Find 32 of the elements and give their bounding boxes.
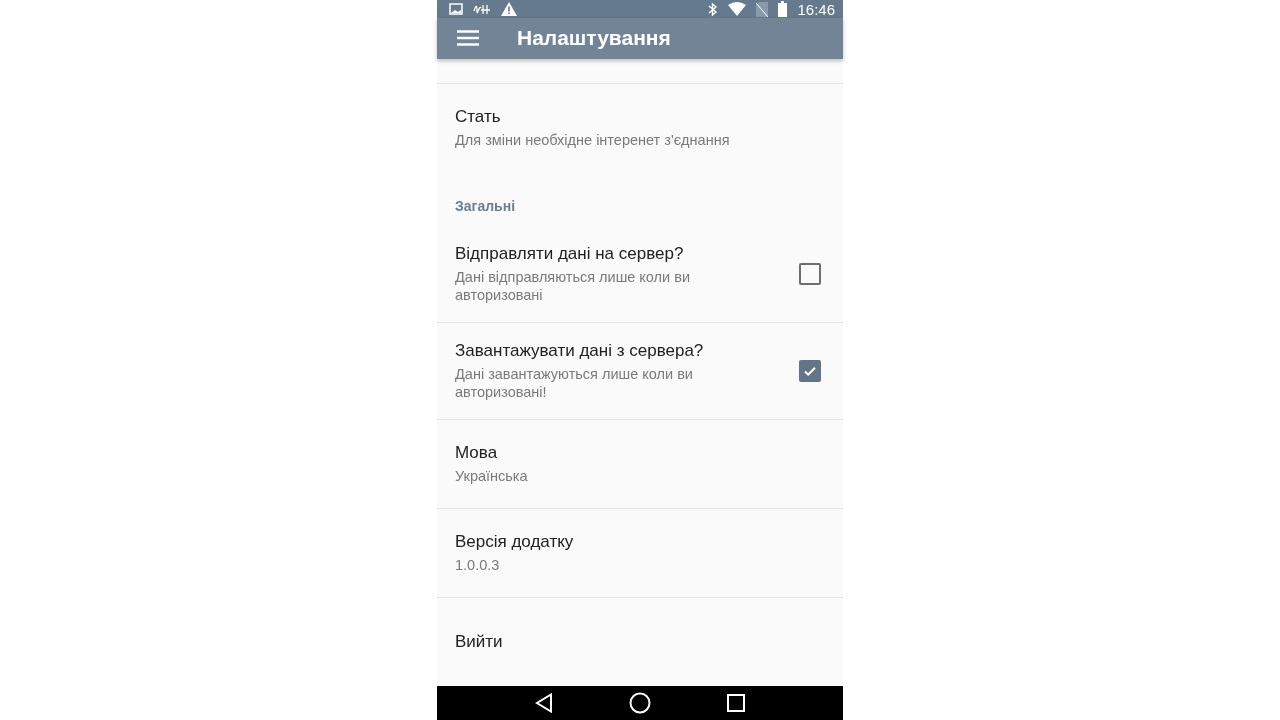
setting-title: Завантажувати дані з сервера? (455, 340, 705, 361)
back-icon[interactable] (535, 692, 553, 713)
setting-title: Версія додатку (455, 531, 575, 552)
section-header: Загальні (454, 196, 517, 216)
image-icon (449, 3, 463, 16)
settings-item[interactable]: Відправляти дані на сервер? Дані відправляються лише коли ви авторизовані (437, 225, 843, 322)
settings-item[interactable]: Мова Українська (437, 418, 843, 508)
setting-title: Вийти (455, 631, 504, 652)
setting-title: Мова (455, 442, 499, 463)
wifi-icon (728, 2, 747, 17)
menu-icon[interactable] (457, 30, 479, 47)
signature-icon (473, 3, 491, 16)
battery-icon (778, 1, 788, 18)
settings-item[interactable]: Вийти (437, 596, 843, 686)
settings-item[interactable]: Версія додатку 1.0.0.3 (437, 507, 843, 597)
screen-title: Налаштування (517, 26, 671, 51)
setting-summary: Українська (455, 466, 529, 485)
recents-icon[interactable] (727, 693, 745, 712)
no-sim-icon (756, 1, 769, 17)
checkbox[interactable] (799, 359, 821, 382)
bluetooth-icon (708, 1, 719, 17)
setting-title: Відправляти дані на сервер? (455, 243, 685, 264)
settings-item[interactable]: Стать Для зміни необхідне інтеренет з'єднання (437, 82, 843, 172)
checkbox[interactable] (799, 262, 821, 285)
setting-title: Стать (455, 106, 502, 127)
status-time: 16:46 (797, 0, 835, 18)
setting-summary: Дані завантажуються лише коли ви авторизовані! (455, 364, 694, 401)
setting-summary: 1.0.0.3 (455, 555, 501, 574)
setting-summary: Для зміни необхідне інтеренет з'єднання (455, 130, 731, 149)
settings-item[interactable]: Завантажувати дані з сервера? Дані завантажуються лише коли ви авторизовані! (437, 321, 843, 419)
setting-summary: Дані відправляються лише коли ви авторизовані (455, 267, 691, 304)
home-icon[interactable] (629, 691, 651, 714)
